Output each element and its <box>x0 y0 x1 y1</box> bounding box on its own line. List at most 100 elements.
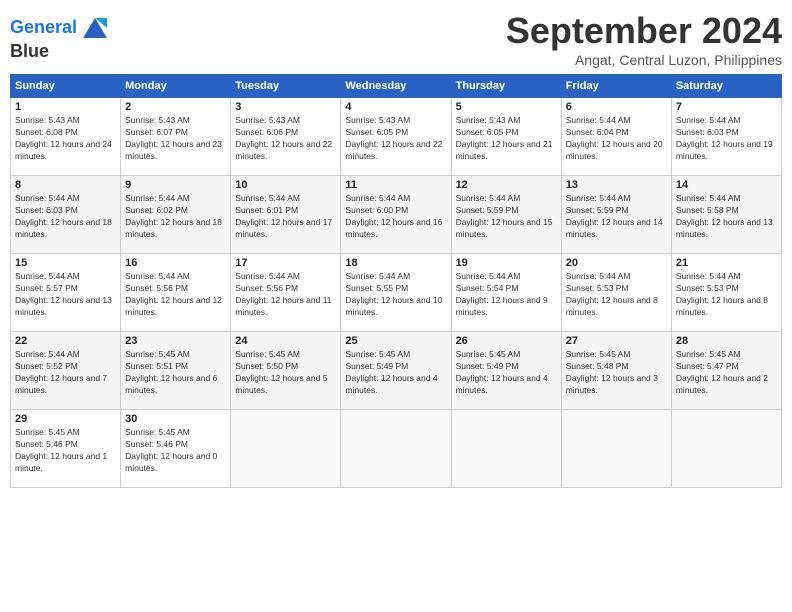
col-saturday: Saturday <box>671 75 781 98</box>
table-row: 23 Sunrise: 5:45 AMSunset: 5:51 PMDaylig… <box>121 332 231 410</box>
table-row: 8 Sunrise: 5:44 AMSunset: 6:03 PMDayligh… <box>11 176 121 254</box>
day-info: Sunrise: 5:44 AMSunset: 6:01 PMDaylight:… <box>235 193 336 241</box>
page-header: GeneralBlue September 2024 Angat, Centra… <box>10 10 782 68</box>
day-info: Sunrise: 5:44 AMSunset: 5:58 PMDaylight:… <box>676 193 777 241</box>
col-monday: Monday <box>121 75 231 98</box>
table-row: 30 Sunrise: 5:45 AMSunset: 5:46 PMDaylig… <box>121 410 231 488</box>
table-row: 17 Sunrise: 5:44 AMSunset: 5:56 PMDaylig… <box>231 254 341 332</box>
table-row: 4 Sunrise: 5:43 AMSunset: 6:05 PMDayligh… <box>341 98 451 176</box>
table-row: 19 Sunrise: 5:44 AMSunset: 5:54 PMDaylig… <box>451 254 561 332</box>
calendar-week-5: 29 Sunrise: 5:45 AMSunset: 5:46 PMDaylig… <box>11 410 782 488</box>
calendar-week-3: 15 Sunrise: 5:44 AMSunset: 5:57 PMDaylig… <box>11 254 782 332</box>
day-number: 26 <box>456 335 557 347</box>
day-number: 6 <box>566 101 667 113</box>
day-number: 16 <box>125 257 226 269</box>
day-number: 10 <box>235 179 336 191</box>
day-number: 17 <box>235 257 336 269</box>
table-row: 21 Sunrise: 5:44 AMSunset: 5:53 PMDaylig… <box>671 254 781 332</box>
day-info: Sunrise: 5:44 AMSunset: 6:00 PMDaylight:… <box>345 193 446 241</box>
day-number: 22 <box>15 335 116 347</box>
day-info: Sunrise: 5:44 AMSunset: 6:04 PMDaylight:… <box>566 115 667 163</box>
day-info: Sunrise: 5:45 AMSunset: 5:51 PMDaylight:… <box>125 349 226 397</box>
day-number: 25 <box>345 335 446 347</box>
calendar-week-2: 8 Sunrise: 5:44 AMSunset: 6:03 PMDayligh… <box>11 176 782 254</box>
day-number: 21 <box>676 257 777 269</box>
day-info: Sunrise: 5:44 AMSunset: 5:52 PMDaylight:… <box>15 349 116 397</box>
day-info: Sunrise: 5:44 AMSunset: 5:54 PMDaylight:… <box>456 271 557 319</box>
calendar-header-row: Sunday Monday Tuesday Wednesday Thursday… <box>11 75 782 98</box>
logo-text: GeneralBlue <box>10 14 111 62</box>
col-sunday: Sunday <box>11 75 121 98</box>
day-info: Sunrise: 5:44 AMSunset: 5:53 PMDaylight:… <box>566 271 667 319</box>
table-row: 14 Sunrise: 5:44 AMSunset: 5:58 PMDaylig… <box>671 176 781 254</box>
table-row: 18 Sunrise: 5:44 AMSunset: 5:55 PMDaylig… <box>341 254 451 332</box>
calendar-week-1: 1 Sunrise: 5:43 AMSunset: 6:08 PMDayligh… <box>11 98 782 176</box>
day-info: Sunrise: 5:45 AMSunset: 5:50 PMDaylight:… <box>235 349 336 397</box>
day-number: 28 <box>676 335 777 347</box>
col-wednesday: Wednesday <box>341 75 451 98</box>
day-info: Sunrise: 5:43 AMSunset: 6:07 PMDaylight:… <box>125 115 226 163</box>
day-info: Sunrise: 5:44 AMSunset: 5:56 PMDaylight:… <box>235 271 336 319</box>
day-info: Sunrise: 5:43 AMSunset: 6:06 PMDaylight:… <box>235 115 336 163</box>
day-info: Sunrise: 5:44 AMSunset: 6:03 PMDaylight:… <box>676 115 777 163</box>
table-row: 22 Sunrise: 5:44 AMSunset: 5:52 PMDaylig… <box>11 332 121 410</box>
day-number: 30 <box>125 413 226 425</box>
table-row: 1 Sunrise: 5:43 AMSunset: 6:08 PMDayligh… <box>11 98 121 176</box>
day-number: 5 <box>456 101 557 113</box>
table-row <box>451 410 561 488</box>
day-info: Sunrise: 5:44 AMSunset: 5:55 PMDaylight:… <box>345 271 446 319</box>
table-row: 2 Sunrise: 5:43 AMSunset: 6:07 PMDayligh… <box>121 98 231 176</box>
calendar-week-4: 22 Sunrise: 5:44 AMSunset: 5:52 PMDaylig… <box>11 332 782 410</box>
table-row: 27 Sunrise: 5:45 AMSunset: 5:48 PMDaylig… <box>561 332 671 410</box>
table-row: 28 Sunrise: 5:45 AMSunset: 5:47 PMDaylig… <box>671 332 781 410</box>
day-number: 20 <box>566 257 667 269</box>
location-subtitle: Angat, Central Luzon, Philippines <box>506 52 782 68</box>
day-number: 4 <box>345 101 446 113</box>
col-friday: Friday <box>561 75 671 98</box>
table-row <box>341 410 451 488</box>
day-info: Sunrise: 5:44 AMSunset: 5:53 PMDaylight:… <box>676 271 777 319</box>
table-row: 9 Sunrise: 5:44 AMSunset: 6:02 PMDayligh… <box>121 176 231 254</box>
calendar-body: 1 Sunrise: 5:43 AMSunset: 6:08 PMDayligh… <box>11 98 782 488</box>
day-info: Sunrise: 5:45 AMSunset: 5:48 PMDaylight:… <box>566 349 667 397</box>
table-row: 3 Sunrise: 5:43 AMSunset: 6:06 PMDayligh… <box>231 98 341 176</box>
day-number: 1 <box>15 101 116 113</box>
day-number: 9 <box>125 179 226 191</box>
day-info: Sunrise: 5:43 AMSunset: 6:05 PMDaylight:… <box>456 115 557 163</box>
day-info: Sunrise: 5:44 AMSunset: 6:02 PMDaylight:… <box>125 193 226 241</box>
table-row: 20 Sunrise: 5:44 AMSunset: 5:53 PMDaylig… <box>561 254 671 332</box>
day-number: 2 <box>125 101 226 113</box>
day-number: 8 <box>15 179 116 191</box>
day-info: Sunrise: 5:45 AMSunset: 5:49 PMDaylight:… <box>345 349 446 397</box>
table-row <box>561 410 671 488</box>
table-row <box>671 410 781 488</box>
table-row: 11 Sunrise: 5:44 AMSunset: 6:00 PMDaylig… <box>341 176 451 254</box>
month-title: September 2024 <box>506 10 782 52</box>
day-number: 27 <box>566 335 667 347</box>
day-number: 3 <box>235 101 336 113</box>
table-row: 6 Sunrise: 5:44 AMSunset: 6:04 PMDayligh… <box>561 98 671 176</box>
table-row: 12 Sunrise: 5:44 AMSunset: 5:59 PMDaylig… <box>451 176 561 254</box>
table-row: 25 Sunrise: 5:45 AMSunset: 5:49 PMDaylig… <box>341 332 451 410</box>
day-number: 11 <box>345 179 446 191</box>
logo: GeneralBlue <box>10 14 111 62</box>
day-number: 7 <box>676 101 777 113</box>
day-number: 23 <box>125 335 226 347</box>
day-number: 14 <box>676 179 777 191</box>
day-number: 18 <box>345 257 446 269</box>
table-row: 5 Sunrise: 5:43 AMSunset: 6:05 PMDayligh… <box>451 98 561 176</box>
day-info: Sunrise: 5:43 AMSunset: 6:05 PMDaylight:… <box>345 115 446 163</box>
day-info: Sunrise: 5:44 AMSunset: 6:03 PMDaylight:… <box>15 193 116 241</box>
col-tuesday: Tuesday <box>231 75 341 98</box>
day-number: 12 <box>456 179 557 191</box>
day-info: Sunrise: 5:43 AMSunset: 6:08 PMDaylight:… <box>15 115 116 163</box>
table-row: 29 Sunrise: 5:45 AMSunset: 5:46 PMDaylig… <box>11 410 121 488</box>
day-number: 19 <box>456 257 557 269</box>
col-thursday: Thursday <box>451 75 561 98</box>
day-info: Sunrise: 5:44 AMSunset: 5:59 PMDaylight:… <box>566 193 667 241</box>
day-info: Sunrise: 5:45 AMSunset: 5:46 PMDaylight:… <box>125 427 226 475</box>
table-row <box>231 410 341 488</box>
day-info: Sunrise: 5:45 AMSunset: 5:46 PMDaylight:… <box>15 427 116 475</box>
day-info: Sunrise: 5:44 AMSunset: 5:57 PMDaylight:… <box>15 271 116 319</box>
day-info: Sunrise: 5:45 AMSunset: 5:47 PMDaylight:… <box>676 349 777 397</box>
